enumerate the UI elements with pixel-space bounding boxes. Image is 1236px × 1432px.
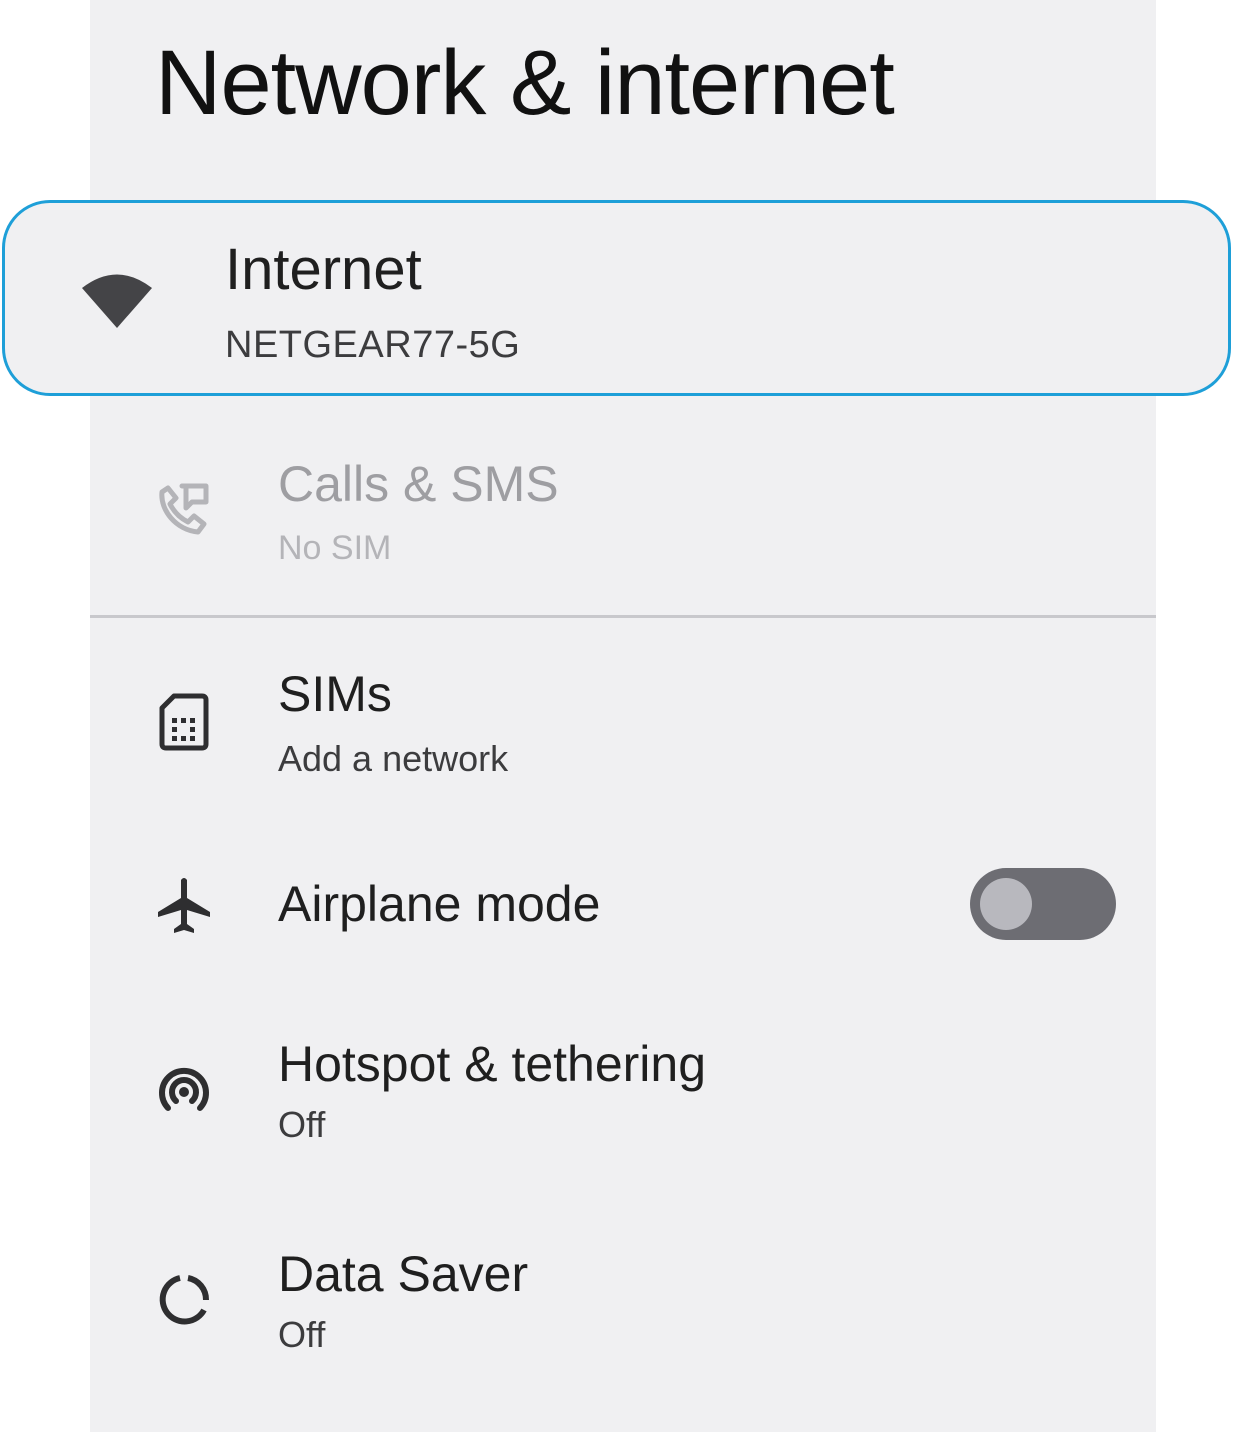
airplane-mode-title: Airplane mode <box>278 876 601 932</box>
section-divider <box>90 615 1156 618</box>
sim-card-icon <box>158 692 210 752</box>
calls-sms-icon <box>154 480 214 540</box>
internet-subtitle: NETGEAR77-5G <box>225 324 521 366</box>
hotspot-icon <box>154 1062 214 1122</box>
hotspot-subtitle: Off <box>278 1104 326 1145</box>
airplane-mode-toggle[interactable] <box>970 868 1116 940</box>
sims-item[interactable]: SIMs Add a network <box>90 650 1156 790</box>
calls-sms-title: Calls & SMS <box>278 456 559 512</box>
hotspot-item[interactable]: Hotspot & tethering Off <box>90 1030 1156 1170</box>
wifi-icon <box>77 263 157 333</box>
data-saver-item[interactable]: Data Saver Off <box>90 1240 1156 1380</box>
internet-item[interactable]: Internet NETGEAR77-5G <box>2 200 1231 396</box>
sims-subtitle: Add a network <box>278 738 509 779</box>
airplane-mode-item[interactable]: Airplane mode <box>90 860 1156 950</box>
sims-title: SIMs <box>278 666 392 722</box>
data-saver-icon <box>154 1270 214 1330</box>
calls-sms-subtitle: No SIM <box>278 529 392 567</box>
data-saver-subtitle: Off <box>278 1314 326 1355</box>
toggle-knob <box>980 878 1032 930</box>
page-title: Network & internet <box>155 32 895 134</box>
internet-title: Internet <box>225 237 422 302</box>
airplane-icon <box>154 876 214 936</box>
hotspot-title: Hotspot & tethering <box>278 1036 707 1092</box>
data-saver-title: Data Saver <box>278 1246 529 1302</box>
calls-sms-item: Calls & SMS No SIM <box>90 440 1156 580</box>
